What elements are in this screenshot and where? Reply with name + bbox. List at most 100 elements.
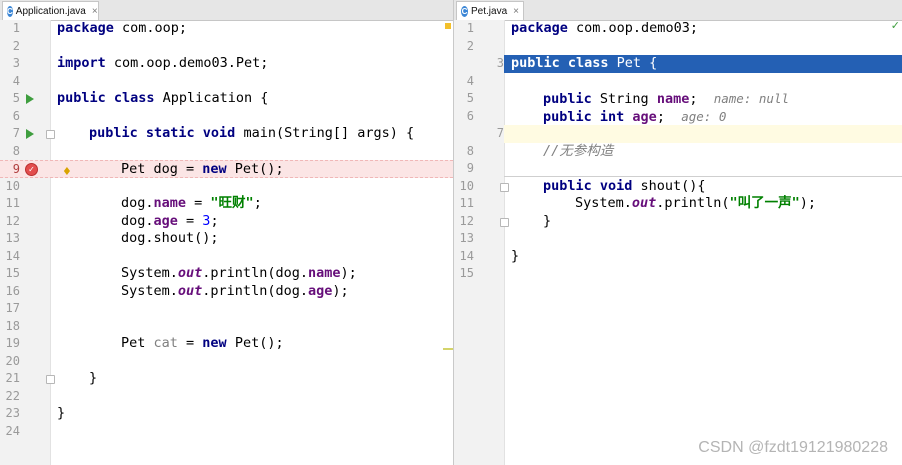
code-line[interactable]: 16 System.out.println(dog.age); — [0, 283, 453, 301]
editor-pane-pet[interactable]: C Pet.java × 1 package com.oop.demo03; 2… — [454, 0, 902, 465]
line-text: dog.name = "旺财"; — [121, 195, 262, 211]
code-line[interactable]: 19 Pet cat = new Pet(); — [0, 335, 453, 353]
code-line[interactable]: 1 package com.oop; — [0, 20, 453, 38]
code-line[interactable]: 5 public class Application { — [0, 90, 453, 108]
class-icon: C — [7, 5, 13, 17]
code-line-breakpoint[interactable]: 9 ✓ ♦ Pet dog = new Pet(); — [0, 160, 453, 178]
code-line[interactable]: 15 — [454, 265, 902, 283]
line-number: 20 — [5, 353, 20, 368]
code-line[interactable]: 7 public static void main(String[] args)… — [0, 125, 453, 143]
code-line[interactable]: 11 System.out.println("叫了一声"); — [454, 195, 902, 213]
line-number: 14 — [5, 248, 20, 263]
close-icon[interactable]: × — [513, 6, 519, 17]
line-number: 13 — [459, 231, 474, 245]
line-number: 16 — [5, 283, 20, 298]
code-line[interactable]: 6 public int age; age: 0 — [454, 108, 902, 126]
code-line[interactable]: 3 import com.oop.demo03.Pet; — [0, 55, 453, 73]
breakpoint-icon[interactable]: ✓ — [25, 163, 38, 176]
check-icon[interactable]: ✓ — [891, 19, 900, 32]
tab-pet-java[interactable]: C Pet.java × — [456, 1, 524, 20]
code-line[interactable]: 5 public String name; name: null — [454, 90, 902, 108]
line-number: 19 — [5, 336, 20, 350]
line-text: } — [57, 405, 66, 421]
tab-application-java[interactable]: C Application.java × — [2, 1, 99, 20]
line-number: 3 — [454, 55, 504, 73]
class-icon: C — [461, 5, 469, 17]
code-editor-left[interactable]: 1 package com.oop; 2 3 import com.oop.de… — [0, 20, 453, 465]
line-number: 14 — [459, 248, 474, 263]
code-line[interactable]: 21 } — [0, 370, 453, 388]
line-number: 9 — [12, 162, 20, 176]
line-number: 2 — [12, 38, 20, 53]
line-number: 12 — [459, 213, 474, 228]
code-line[interactable]: 8 //无参构造 — [454, 143, 902, 161]
code-line[interactable]: 2 — [0, 38, 453, 56]
code-line[interactable]: 22 — [0, 388, 453, 406]
line-number: 22 — [5, 388, 20, 403]
warning-marker[interactable] — [445, 23, 451, 29]
line-text: dog.age = 3; — [121, 212, 219, 229]
code-line[interactable]: 12 dog.age = 3; — [0, 213, 453, 231]
code-line[interactable]: 6 — [0, 108, 453, 126]
code-line[interactable]: 24 — [0, 423, 453, 441]
line-number: 24 — [5, 423, 20, 438]
code-line[interactable]: 20 — [0, 353, 453, 371]
line-number: 17 — [5, 301, 20, 315]
line-number: 11 — [5, 196, 20, 210]
line-number: 5 — [12, 91, 20, 105]
code-editor-right[interactable]: 1 package com.oop.demo03; 2 3 public cla… — [454, 19, 902, 465]
code-line[interactable]: 13 dog.shout(); — [0, 230, 453, 248]
code-line[interactable]: 13 — [454, 230, 902, 248]
inline-value-hint: name: null — [713, 91, 789, 106]
inline-value-hint: age: 0 — [681, 108, 727, 124]
line-text: dog.shout(); — [121, 230, 219, 246]
code-line[interactable]: 10 — [0, 178, 453, 196]
code-line[interactable]: 12 } — [454, 213, 902, 231]
line-number: 7 — [454, 125, 504, 143]
line-text: System.out.println("叫了一声"); — [575, 195, 816, 211]
line-number: 8 — [466, 143, 474, 158]
line-text: //无参构造 — [543, 142, 614, 159]
fold-icon[interactable] — [500, 182, 509, 192]
code-line[interactable]: 9 — [454, 160, 902, 178]
code-line-current[interactable]: 7 — [454, 125, 902, 143]
line-number: 23 — [5, 406, 20, 420]
line-number: 1 — [466, 21, 474, 35]
code-line[interactable]: 8 — [0, 143, 453, 161]
fold-icon[interactable] — [500, 217, 509, 227]
code-line[interactable]: 14 } — [454, 248, 902, 266]
code-line[interactable]: 15 System.out.println(dog.name); — [0, 265, 453, 283]
line-text: public void shout(){ — [543, 177, 706, 194]
line-number: 10 — [459, 178, 474, 193]
code-line-selected[interactable]: 3 public class Pet { — [454, 55, 902, 73]
line-number: 8 — [12, 143, 20, 158]
fold-icon[interactable] — [46, 375, 55, 384]
code-line[interactable]: 17 — [0, 300, 453, 318]
run-icon[interactable] — [26, 94, 34, 104]
close-icon[interactable]: × — [92, 6, 98, 17]
line-number: 7 — [12, 126, 20, 140]
code-line[interactable]: 23 } — [0, 405, 453, 423]
code-line[interactable]: 10 public void shout(){ — [454, 178, 902, 196]
warning-stripe[interactable] — [443, 348, 453, 350]
code-line[interactable]: 4 — [0, 73, 453, 91]
line-number: 1 — [12, 21, 20, 35]
fold-icon[interactable] — [46, 130, 55, 139]
line-text: System.out.println(dog.name); — [121, 265, 357, 281]
run-icon[interactable] — [26, 129, 34, 139]
code-line[interactable]: 18 — [0, 318, 453, 336]
code-line[interactable]: 1 package com.oop.demo03; — [454, 20, 902, 38]
watermark: CSDN @fzdt19121980228 — [698, 439, 888, 456]
line-number: 18 — [5, 318, 20, 333]
tab-label: Pet.java — [471, 5, 508, 17]
code-line[interactable]: 11 dog.name = "旺财"; — [0, 195, 453, 213]
code-line[interactable]: 4 — [454, 73, 902, 91]
line-text: public class Application { — [57, 90, 269, 106]
line-number: 21 — [5, 371, 20, 385]
editor-pane-application[interactable]: C Application.java × 1 package com.oop; … — [0, 0, 453, 465]
line-number: 15 — [459, 266, 474, 280]
code-line[interactable]: 14 — [0, 248, 453, 266]
line-number: 3 — [12, 56, 20, 70]
code-line[interactable]: 2 — [454, 38, 902, 56]
line-text: package com.oop.demo03; — [511, 20, 698, 36]
